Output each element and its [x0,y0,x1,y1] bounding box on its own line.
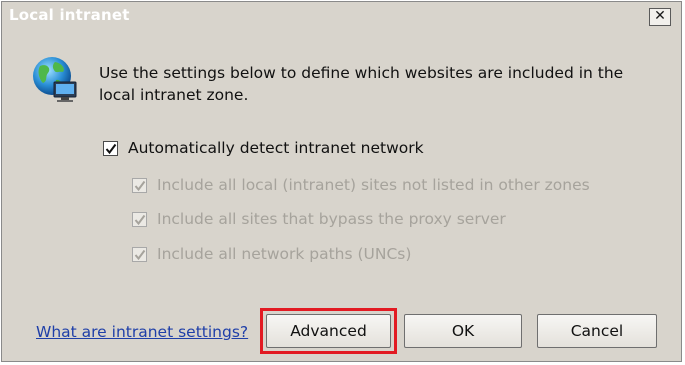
checkmark-icon [134,249,146,260]
include-proxy-bypass-checkbox [132,211,147,227]
checkmark-icon [105,143,117,154]
auto-detect-option[interactable]: Automatically detect intranet network [103,139,424,157]
include-proxy-bypass-label: Include all sites that bypass the proxy … [157,210,506,228]
close-button[interactable]: ✕ [649,8,671,26]
include-unc-paths-label: Include all network paths (UNCs) [157,245,412,263]
cancel-button[interactable]: Cancel [537,314,657,348]
intro-description: Use the settings below to define which w… [99,64,624,104]
title-bar: Local intranet ✕ [2,2,681,30]
close-icon: ✕ [654,8,666,24]
include-local-sites-label: Include all local (intranet) sites not l… [157,176,590,194]
local-intranet-dialog: Local intranet ✕ Use the settings below … [1,1,682,362]
checkmark-icon [134,180,146,191]
include-local-sites-option: Include all local (intranet) sites not l… [132,176,590,194]
ok-button[interactable]: OK [404,314,522,348]
globe-network-icon [33,57,77,102]
dialog-title: Local intranet [9,6,130,24]
checkmark-icon [134,214,146,225]
include-proxy-bypass-option: Include all sites that bypass the proxy … [132,210,506,228]
auto-detect-checkbox[interactable] [103,140,118,156]
include-unc-paths-checkbox [132,246,147,262]
include-unc-paths-option: Include all network paths (UNCs) [132,245,411,263]
auto-detect-label: Automatically detect intranet network [128,139,424,157]
include-local-sites-checkbox [132,177,147,193]
intranet-settings-help-link[interactable]: What are intranet settings? [36,323,248,341]
advanced-button[interactable]: Advanced [266,314,391,348]
